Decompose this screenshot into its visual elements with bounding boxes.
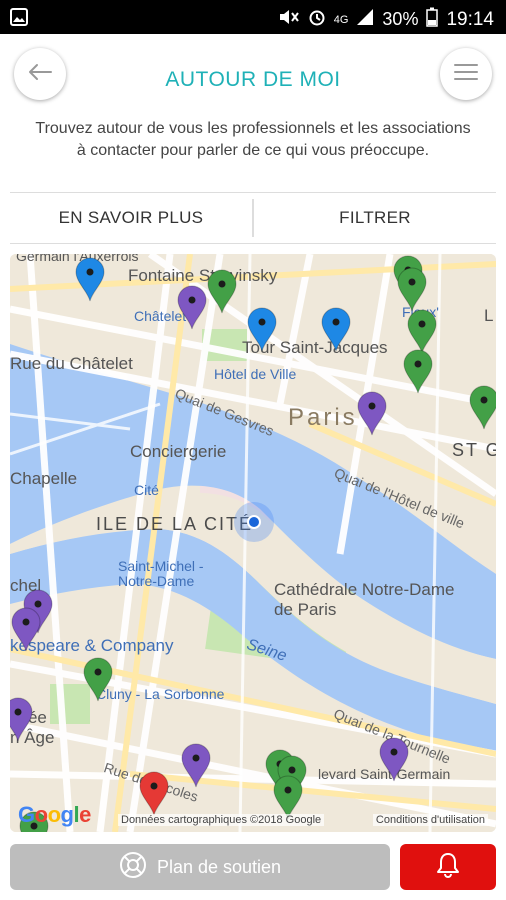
- support-plan-button[interactable]: Plan de soutien: [10, 844, 390, 890]
- lifebuoy-icon: [119, 851, 147, 884]
- tab-bar: EN SAVOIR PLUS FILTRER: [10, 192, 496, 244]
- bell-icon: [435, 851, 461, 884]
- map-pin-purple[interactable]: [356, 390, 388, 436]
- signal-icon: [356, 8, 374, 31]
- map-view[interactable]: Germain l'Auxerrois Fontaine Stravinsky …: [10, 254, 496, 832]
- map-label-sorbonne: Cluny - La Sorbonne: [96, 686, 225, 702]
- page-description: Trouvez autour de vous les professionnel…: [35, 120, 471, 159]
- alarm-icon: [308, 8, 326, 31]
- battery-percent: 30%: [382, 9, 419, 29]
- map-pin-green[interactable]: [468, 384, 496, 430]
- map-pin-blue[interactable]: [246, 306, 278, 352]
- current-location-marker: [234, 502, 274, 542]
- menu-button[interactable]: [440, 48, 492, 100]
- header: AUTOUR DE MOI: [0, 34, 506, 120]
- map-label-hotel-de-ville: Hôtel de Ville: [214, 366, 297, 382]
- map-pin-purple[interactable]: [378, 736, 410, 782]
- current-location-dot: [247, 515, 261, 529]
- map-pin-green[interactable]: [396, 266, 428, 312]
- tab-en-savoir-plus[interactable]: EN SAVOIR PLUS: [10, 193, 252, 243]
- battery-icon: [426, 7, 439, 32]
- map-pin-green[interactable]: [402, 348, 434, 394]
- map-label-chapelle: Chapelle: [10, 469, 78, 488]
- google-logo: Google: [18, 802, 91, 827]
- alert-button[interactable]: [400, 844, 496, 890]
- map-pin-purple[interactable]: [10, 696, 34, 742]
- photo-icon: [10, 8, 28, 31]
- mute-icon: [278, 8, 300, 31]
- map-pin-purple[interactable]: [176, 284, 208, 330]
- map-label-saint-michel: Saint-Michel - Notre-Dame: [118, 558, 204, 589]
- map-label-paris: Paris: [288, 404, 358, 431]
- page-title: AUTOUR DE MOI: [165, 68, 341, 91]
- tab-filtrer[interactable]: FILTRER: [254, 193, 496, 243]
- map-label-cathedrale: Cathédrale Notre-Dame de Paris: [274, 580, 455, 619]
- map-label-cite: Cité: [134, 482, 159, 498]
- network-type: 4G: [333, 13, 349, 26]
- status-bar: 4G 30% 19:14: [0, 0, 506, 34]
- map-label-l: L: [484, 306, 494, 325]
- map-label-conciergerie: Conciergerie: [130, 442, 227, 461]
- map-label-st: ST G: [452, 440, 496, 460]
- map-pin-blue[interactable]: [74, 256, 106, 302]
- map-label-ile-de-la-cite: ILE DE LA CITÉ: [96, 514, 254, 534]
- map-pin-green[interactable]: [82, 656, 114, 702]
- map-pin-red[interactable]: [138, 770, 170, 816]
- support-plan-label: Plan de soutien: [156, 856, 282, 877]
- map-credit: Données cartographiques ©2018 Google: [118, 814, 325, 826]
- hamburger-menu-icon: [453, 62, 479, 87]
- map-pin-green[interactable]: [206, 268, 238, 314]
- map-label-rue-chatelet: Rue du Châtelet: [10, 354, 133, 373]
- clock: 19:14: [446, 8, 494, 30]
- map-pin-purple[interactable]: [10, 606, 42, 652]
- map-terms-link[interactable]: Conditions d'utilisation: [372, 814, 488, 826]
- map-pin-purple[interactable]: [180, 742, 212, 788]
- map-label-fontaine: Fontaine Stravinsky: [128, 266, 278, 285]
- map-pin-blue[interactable]: [320, 306, 352, 352]
